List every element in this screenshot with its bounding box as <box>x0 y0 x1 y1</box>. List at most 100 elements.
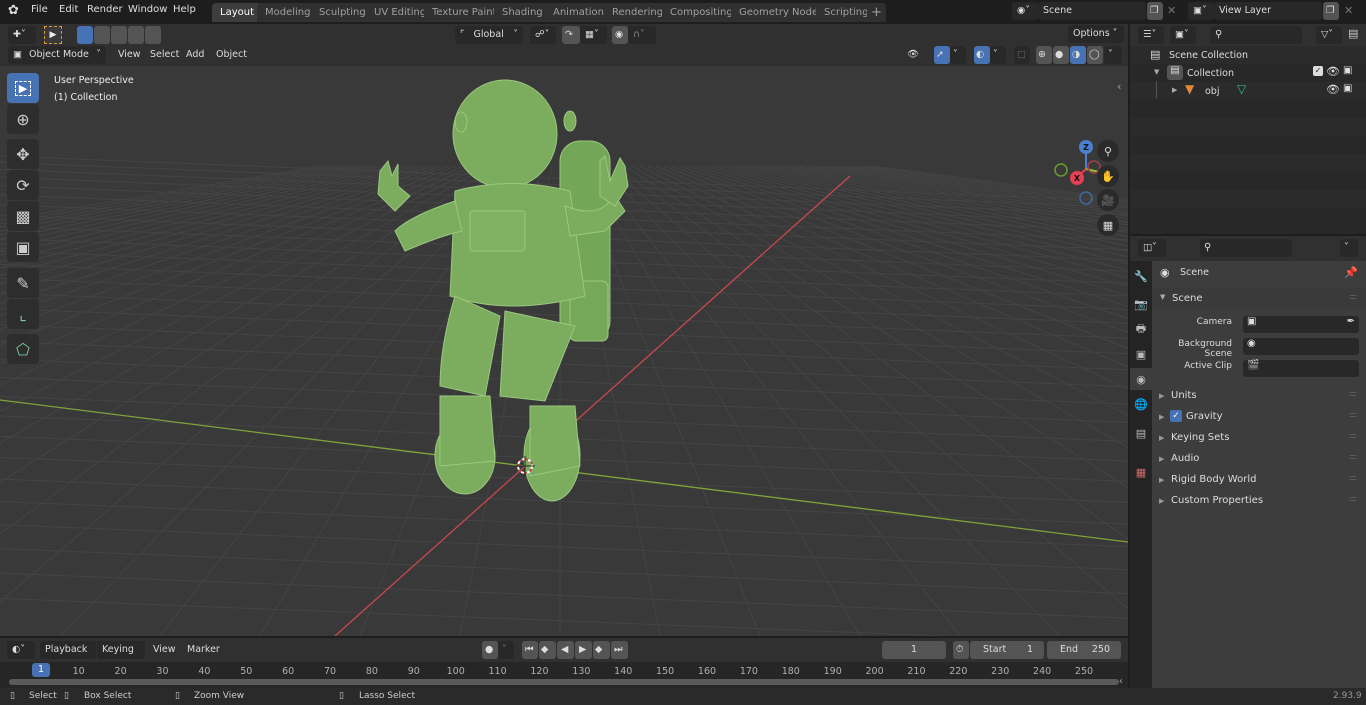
tab-shading[interactable]: Shading <box>494 3 551 22</box>
shading-rendered-icon[interactable]: ◯ <box>1087 46 1103 64</box>
astronaut-model[interactable] <box>377 79 629 502</box>
new-view-layer-icon[interactable]: ❐ <box>1323 2 1339 20</box>
jump-prev-keyframe-icon[interactable]: ◆ <box>539 641 556 659</box>
sidebar-toggle-icon[interactable]: ‹ <box>1117 80 1121 93</box>
active-clip-field[interactable]: 🎬 <box>1243 360 1359 377</box>
keying-dropdown[interactable]: Keying ˅ <box>97 641 145 673</box>
properties-search-input[interactable]: ⚲ <box>1200 239 1292 257</box>
tab-render-icon[interactable]: 📷 <box>1130 293 1152 315</box>
keying-set-dropdown[interactable]: ˅ <box>498 641 514 659</box>
drag-handle-icon[interactable]: :::: <box>1349 292 1357 301</box>
ortho-toggle-icon[interactable]: ▦ <box>1097 214 1119 236</box>
tab-output-icon[interactable]: 🖶 <box>1130 318 1152 340</box>
display-mode-icon[interactable]: ☰˅ <box>1138 26 1164 44</box>
select-mode-extend-icon[interactable] <box>94 26 110 44</box>
eyedropper-icon[interactable]: ✒ <box>1347 316 1355 327</box>
tool-transform[interactable]: ▣ <box>7 232 39 262</box>
timeline-menu-marker[interactable]: Marker <box>187 641 220 659</box>
play-reverse-icon[interactable]: ◀ <box>557 641 574 659</box>
timeline-scrollbar[interactable] <box>9 679 1119 685</box>
drag-handle-icon[interactable]: :::: <box>1349 473 1357 482</box>
tab-modeling[interactable]: Modeling <box>257 3 319 22</box>
tab-sculpting[interactable]: Sculpting <box>311 3 374 22</box>
menu-object[interactable]: Object <box>211 46 252 64</box>
timeline-menu-view[interactable]: View <box>153 641 176 659</box>
playhead[interactable]: 1 <box>32 663 50 677</box>
select-mode-invert-icon[interactable] <box>128 26 144 44</box>
current-frame-field[interactable]: 1 <box>882 641 946 659</box>
tab-animation[interactable]: Animation <box>545 3 612 22</box>
jump-end-icon[interactable]: ⏭ <box>611 641 628 659</box>
drag-handle-icon[interactable]: :::: <box>1349 452 1357 461</box>
camera-view-icon[interactable]: 🎥 <box>1097 189 1119 211</box>
editor-type-icon[interactable]: ✚˅ <box>8 26 36 44</box>
expand-arrow-icon[interactable]: ▶ <box>1159 476 1164 484</box>
options-dropdown[interactable]: Options ˅ <box>1068 25 1124 43</box>
menu-render[interactable]: Render <box>87 4 123 15</box>
shading-wireframe-icon[interactable]: ⊕ <box>1036 46 1052 64</box>
overlays-dropdown-icon[interactable]: ˅ <box>990 46 1006 64</box>
preview-range-icon[interactable]: ⏱ <box>953 641 969 659</box>
drag-handle-icon[interactable]: :::: <box>1349 410 1357 419</box>
collection-label[interactable]: Collection <box>1187 68 1234 79</box>
play-icon[interactable]: ▶ <box>575 641 592 659</box>
subpanel-keying-sets[interactable]: ▶ Keying Sets:::: <box>1152 428 1366 449</box>
scene-selector[interactable]: Scene <box>1038 2 1146 20</box>
pan-view-icon[interactable]: ✋ <box>1097 165 1119 187</box>
tab-world-icon[interactable]: 🌐 <box>1130 393 1152 415</box>
3d-viewport[interactable]: Z Y X User Perspective (1) Collection ▶ … <box>0 66 1128 636</box>
mode-dropdown[interactable]: ▣ Object Mode ˅ <box>8 46 106 64</box>
object-render-camera-icon[interactable]: ▣ <box>1343 83 1352 94</box>
scene-collection-label[interactable]: Scene Collection <box>1169 50 1248 61</box>
drag-handle-icon[interactable]: :::: <box>1349 494 1357 503</box>
gravity-checkbox[interactable]: ✓ <box>1170 410 1182 422</box>
proportional-edit-icon[interactable]: ◉ <box>612 26 628 44</box>
mesh-data-icon[interactable]: ▽ <box>1237 82 1246 96</box>
xray-toggle-icon[interactable]: □ <box>1014 46 1030 64</box>
expand-arrow-icon[interactable]: ▶ <box>1159 413 1164 421</box>
collection-visibility-eye-icon[interactable]: 👁 <box>1326 65 1340 78</box>
transform-orientation-dropdown[interactable]: ⌜ Global ˅ <box>455 26 523 44</box>
tab-tool-icon[interactable]: 🔧 <box>1130 265 1152 287</box>
pin-icon[interactable]: 📌 <box>1344 266 1358 279</box>
proportional-falloff-icon[interactable]: ∩˅ <box>628 26 656 44</box>
new-scene-icon[interactable]: ❐ <box>1147 2 1163 20</box>
properties-options-dropdown[interactable]: ˅ <box>1340 239 1358 257</box>
collection-exclude-checkbox[interactable]: ✓ <box>1313 66 1323 76</box>
tool-cursor[interactable]: ⊕ <box>7 104 39 134</box>
subpanel-audio[interactable]: ▶ Audio:::: <box>1152 449 1366 470</box>
menu-file[interactable]: File <box>31 4 48 15</box>
expand-arrow-icon[interactable]: ▶ <box>1159 497 1164 505</box>
subpanel-units[interactable]: ▶ Units:::: <box>1152 386 1366 407</box>
scene-panel-title[interactable]: Scene <box>1172 293 1203 304</box>
menu-view[interactable]: View <box>113 46 146 64</box>
drag-handle-icon[interactable]: :::: <box>1349 431 1357 440</box>
gizmo-toggle-icon[interactable]: ➚ <box>934 46 950 64</box>
menu-help[interactable]: Help <box>173 4 196 15</box>
timeline-sidebar-toggle-icon[interactable]: ‹ <box>1119 676 1123 687</box>
expand-arrow-icon[interactable]: ▶ <box>1159 455 1164 463</box>
shading-solid-icon[interactable]: ● <box>1053 46 1069 64</box>
tool-move[interactable]: ✥ <box>7 139 39 169</box>
tool-scale[interactable]: ▩ <box>7 201 39 231</box>
subpanel-custom-properties[interactable]: ▶ Custom Properties:::: <box>1152 491 1366 512</box>
expand-arrow-icon[interactable]: ▶ <box>1172 86 1177 94</box>
object-label[interactable]: obj <box>1205 86 1219 97</box>
jump-next-keyframe-icon[interactable]: ◆ <box>593 641 610 659</box>
add-workspace-button[interactable]: + <box>867 3 886 22</box>
menu-add[interactable]: Add <box>181 46 210 64</box>
zoom-view-icon[interactable]: ⚲ <box>1097 140 1119 162</box>
gizmo-neg-y[interactable] <box>1054 163 1068 177</box>
snap-toggle-icon[interactable]: ↷ <box>562 26 580 44</box>
tab-view-layer-icon[interactable]: ▣ <box>1130 343 1152 365</box>
expand-arrow-icon[interactable]: ▶ <box>1159 392 1164 400</box>
end-frame-field[interactable]: End 250 <box>1047 641 1121 659</box>
menu-window[interactable]: Window <box>128 4 167 15</box>
tab-compositing[interactable]: Compositing <box>662 3 741 22</box>
blender-logo-icon[interactable]: ✿ <box>8 3 19 18</box>
timeline-editor-type-icon[interactable]: ◐˅ <box>7 641 35 659</box>
filter-view-layer-icon[interactable]: ▣˅ <box>1170 26 1196 44</box>
tab-collection-icon[interactable]: ▤ <box>1130 422 1152 444</box>
tool-add-cube[interactable]: ⬠ <box>7 334 39 364</box>
subpanel-gravity[interactable]: ▶ ✓ Gravity:::: <box>1152 407 1366 428</box>
